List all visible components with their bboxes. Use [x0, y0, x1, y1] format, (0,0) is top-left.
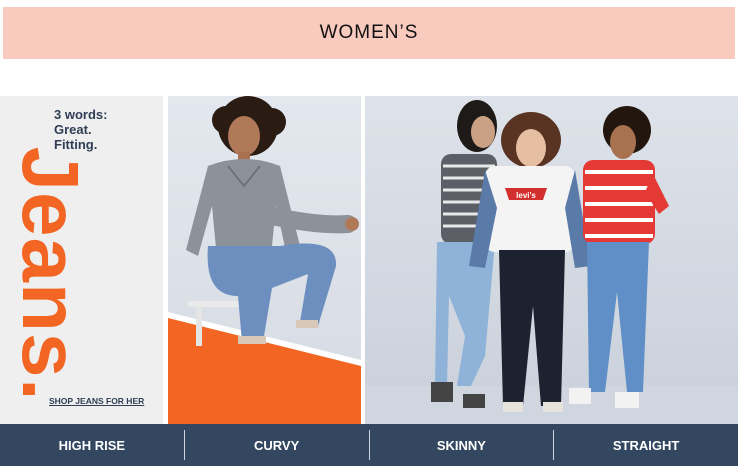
promo-banner[interactable]: 3 words: Great. Fitting. Jeans. SHOP JEA…: [0, 96, 738, 424]
shirt-logo-text: levi's: [516, 191, 536, 200]
nav-straight[interactable]: STRAIGHT: [554, 424, 738, 466]
section-header: WOMEN’S: [3, 7, 735, 59]
promo-text-panel: 3 words: Great. Fitting. Jeans. SHOP JEA…: [0, 96, 163, 424]
category-nav: HIGH RISE CURVY SKINNY STRAIGHT: [0, 424, 738, 466]
promo-tagline: 3 words: Great. Fitting.: [54, 107, 108, 152]
model-illustration-single: [168, 96, 361, 424]
model-illustration-group: levi's: [365, 100, 738, 424]
section-title: WOMEN’S: [319, 22, 419, 43]
shop-jeans-link[interactable]: SHOP JEANS FOR HER: [49, 396, 144, 406]
nav-skinny[interactable]: SKINNY: [370, 424, 554, 466]
nav-high-rise[interactable]: HIGH RISE: [0, 424, 184, 466]
model-photo-group[interactable]: levi's: [365, 96, 738, 424]
nav-curvy[interactable]: CURVY: [185, 424, 369, 466]
model-photo-single[interactable]: [168, 96, 361, 424]
promo-headline: Jeans.: [6, 146, 95, 402]
